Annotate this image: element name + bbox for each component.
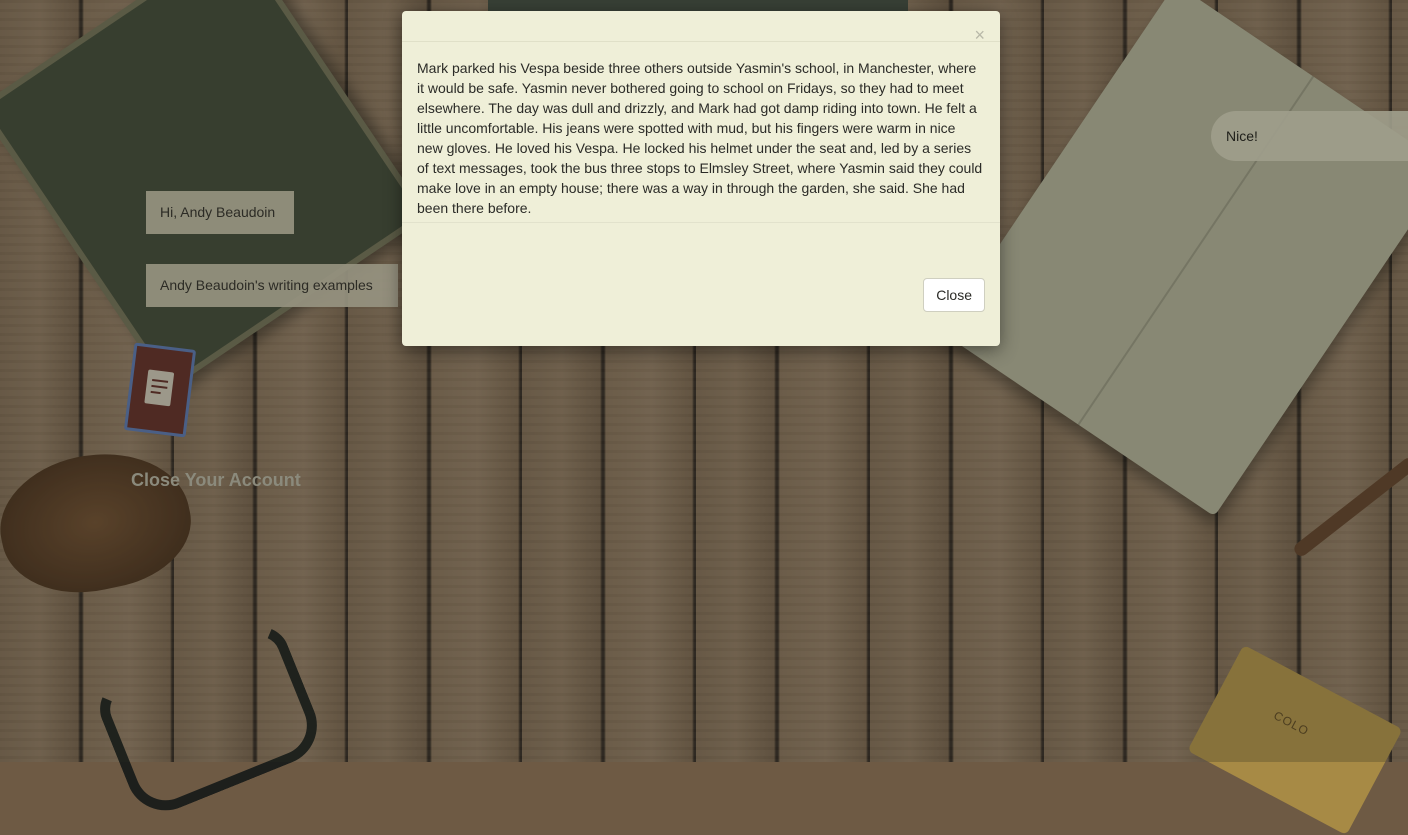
modal-body-text: Mark parked his Vespa beside three other… — [402, 42, 1000, 223]
writing-examples-link[interactable]: Andy Beaudoin's writing examples — [146, 264, 398, 307]
close-button[interactable]: Close — [923, 278, 985, 312]
comment-bubble: Nice! — [1211, 111, 1408, 161]
close-icon[interactable]: × — [974, 26, 985, 44]
user-greeting[interactable]: Hi, Andy Beaudoin — [146, 191, 294, 234]
modal-footer: Close — [402, 223, 1000, 346]
writing-sample-modal: × Mark parked his Vespa beside three oth… — [402, 11, 1000, 346]
document-icon — [144, 369, 175, 407]
document-button[interactable] — [123, 342, 197, 438]
modal-header: × — [402, 11, 1000, 44]
close-account-link[interactable]: Close Your Account — [131, 470, 301, 491]
